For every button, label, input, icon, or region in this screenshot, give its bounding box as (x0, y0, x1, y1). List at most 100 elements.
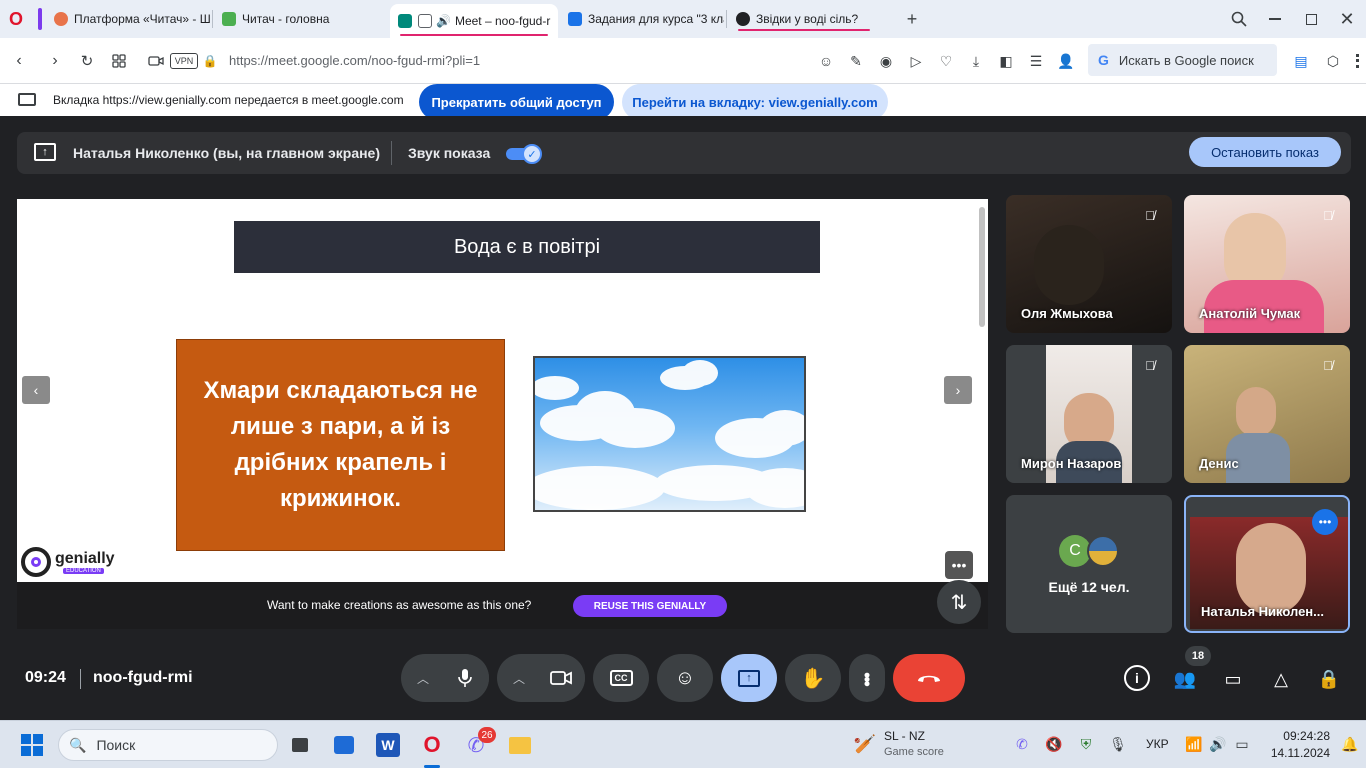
more-options-button[interactable]: ••• (849, 654, 885, 702)
menu-dots-icon[interactable] (1356, 54, 1360, 68)
minimize-icon[interactable] (1264, 8, 1286, 30)
stage-scrollbar[interactable] (979, 207, 985, 327)
swap-layout-icon[interactable]: ⇅ (937, 580, 981, 624)
download-icon[interactable]: ⤓ (966, 50, 986, 72)
file-explorer-icon[interactable] (508, 733, 532, 757)
tab-chytach[interactable]: Читач - головна (214, 5, 386, 33)
tab-title: Звідки у воді сіль? (756, 12, 859, 26)
snapshot-icon[interactable]: ◉ (876, 50, 896, 72)
clock-date[interactable]: 14.11.2024 (1260, 746, 1330, 760)
windows-start-icon[interactable] (21, 734, 43, 756)
store-icon[interactable] (332, 733, 356, 757)
participant-name: Оля Жмыхова (1021, 306, 1113, 321)
chat-icon[interactable]: ▭ (1220, 666, 1246, 692)
share-edit-icon[interactable]: ✎ (846, 50, 866, 72)
mic-off-icon: 🎙̸ (1145, 357, 1155, 373)
mic-button[interactable] (441, 654, 489, 702)
word-icon[interactable]: W (376, 733, 400, 757)
mic-options-chevron-icon[interactable]: ︿ (417, 670, 429, 687)
sport-widget-icon[interactable]: 🏏 (854, 733, 876, 755)
leave-call-button[interactable] (893, 654, 965, 702)
participant-tile[interactable]: 🎙̸ Мирон Назаров (1006, 345, 1172, 483)
widget-subtitle: Game score (884, 746, 944, 758)
restore-icon[interactable] (1300, 8, 1322, 30)
back-icon[interactable]: ‹ (8, 50, 30, 72)
camera-options-chevron-icon[interactable]: ︿ (513, 670, 525, 687)
taskbar-search[interactable]: 🔍 Поиск (58, 729, 278, 761)
captions-button[interactable]: CC (593, 654, 649, 702)
stop-presenting-button[interactable]: Остановить показ (1189, 137, 1341, 167)
tab-audio-icon[interactable]: 🔊 (436, 14, 451, 28)
wifi-icon[interactable]: 📶 (1184, 734, 1204, 754)
camera-button[interactable] (537, 654, 585, 702)
slide-next-arrow-icon[interactable]: › (944, 376, 972, 404)
mic-tray-icon[interactable]: 🎙 (1108, 734, 1128, 754)
vpn-badge[interactable]: VPN (170, 53, 198, 69)
people-icon[interactable]: 👥 (1172, 666, 1198, 692)
sidebar-toggle-icon[interactable]: ◧ (996, 50, 1016, 72)
battery-icon[interactable]: ▭ (1232, 734, 1252, 754)
url-field[interactable]: https://meet.google.com/noo-fgud-rmi?pli… (229, 53, 480, 68)
lock-icon[interactable]: 🔒 (202, 50, 218, 72)
slide-prev-arrow-icon[interactable]: ‹ (22, 376, 50, 404)
reuse-genially-button[interactable]: REUSE THIS GENIALLY (573, 595, 727, 617)
viber-tray-icon[interactable]: ✆ (1012, 734, 1032, 754)
meeting-info-icon[interactable]: i (1124, 665, 1150, 691)
forward-icon[interactable]: › (44, 50, 66, 72)
tab-meet[interactable]: 🔊 Meet – noo-fgud-r (390, 4, 558, 38)
tab-pin-icon[interactable] (418, 14, 432, 28)
infobar-message: Вкладка https://view.genially.com переда… (53, 93, 404, 107)
self-tile[interactable]: ••• Наталья Николен... (1184, 495, 1350, 633)
goto-tab-button[interactable]: Перейти на вкладку: view.genially.com (622, 84, 888, 120)
sound-toggle[interactable]: ✓ (506, 144, 542, 164)
tab-genially[interactable]: Звідки у воді сіль? (728, 5, 880, 33)
tab-tasks[interactable]: Задания для курса "3 кла (560, 5, 724, 33)
meeting-code: noo-fgud-rmi (93, 669, 193, 686)
participant-tile[interactable]: 🎙̸ Оля Жмыхова (1006, 195, 1172, 333)
shared-screen: Вода є в повітрі Хмари складаються не ли… (17, 199, 988, 629)
reload-icon[interactable]: ↻ (76, 50, 98, 72)
stop-sharing-button[interactable]: Прекратить общий доступ (419, 84, 614, 120)
tile-more-options-icon[interactable]: ••• (1312, 509, 1338, 535)
security-shield-icon[interactable]: ⛨ (1076, 734, 1096, 754)
genially-favicon-icon (736, 12, 750, 26)
close-window-icon[interactable]: ✕ (1336, 8, 1358, 30)
notifications-bell-icon[interactable]: 🔔 (1340, 734, 1360, 754)
send-icon[interactable]: ▷ (906, 50, 926, 72)
raise-hand-button[interactable]: ✋ (785, 654, 841, 702)
present-button[interactable]: ↑ (721, 654, 777, 702)
new-tab-plus-icon[interactable]: + (902, 9, 922, 29)
emoji-icon: ☺ (674, 666, 696, 689)
wallet-icon[interactable]: ▤ (1290, 50, 1312, 72)
easy-setup-icon[interactable]: ☰ (1026, 50, 1046, 72)
meet-favicon-icon (398, 14, 412, 28)
participant-tile[interactable]: 🎙̸ Анатолій Чумак (1184, 195, 1350, 333)
chytach-favicon-icon (222, 12, 236, 26)
participant-name: Анатолій Чумак (1199, 306, 1301, 321)
clock-time[interactable]: 09:24:28 (1270, 729, 1330, 743)
participant-tile[interactable]: 🎙̸ Денис (1184, 345, 1350, 483)
slide-more-icon[interactable]: ••• (945, 551, 973, 579)
emoji-icon[interactable]: ☺ (816, 50, 836, 72)
reactions-button[interactable]: ☺ (657, 654, 713, 702)
speaker-icon[interactable]: 🔊 (1208, 734, 1228, 754)
activities-icon[interactable]: △ (1268, 666, 1294, 692)
extensions-cube-icon[interactable]: ⬡ (1322, 50, 1344, 72)
task-view-icon[interactable] (288, 733, 312, 757)
platform-favicon-icon (54, 12, 68, 26)
opera-logo-icon[interactable]: O (6, 9, 26, 29)
google-search-box[interactable]: G Искать в Google поиск (1088, 44, 1277, 76)
opera-taskbar-icon[interactable]: O (420, 732, 444, 757)
volume-muted-icon[interactable]: 🔇 (1044, 734, 1064, 754)
tab-search-icon[interactable] (1228, 8, 1250, 30)
speed-dial-icon[interactable] (108, 50, 130, 72)
presenter-label: Наталья Николенко (вы, на главном экране… (73, 145, 381, 161)
host-controls-lock-icon[interactable]: 🔒 (1316, 666, 1342, 692)
mic-off-icon: 🎙̸ (1323, 357, 1333, 373)
more-participants-tile[interactable]: С Ещё 12 чел. (1006, 495, 1172, 633)
profile-icon[interactable]: 👤 (1056, 50, 1076, 72)
heart-icon[interactable]: ♡ (936, 50, 956, 72)
camera-indicator-icon[interactable] (146, 50, 166, 72)
language-indicator[interactable]: УКР (1146, 737, 1169, 751)
tab-platform[interactable]: Платформа «Читач» - Ш (46, 5, 212, 33)
